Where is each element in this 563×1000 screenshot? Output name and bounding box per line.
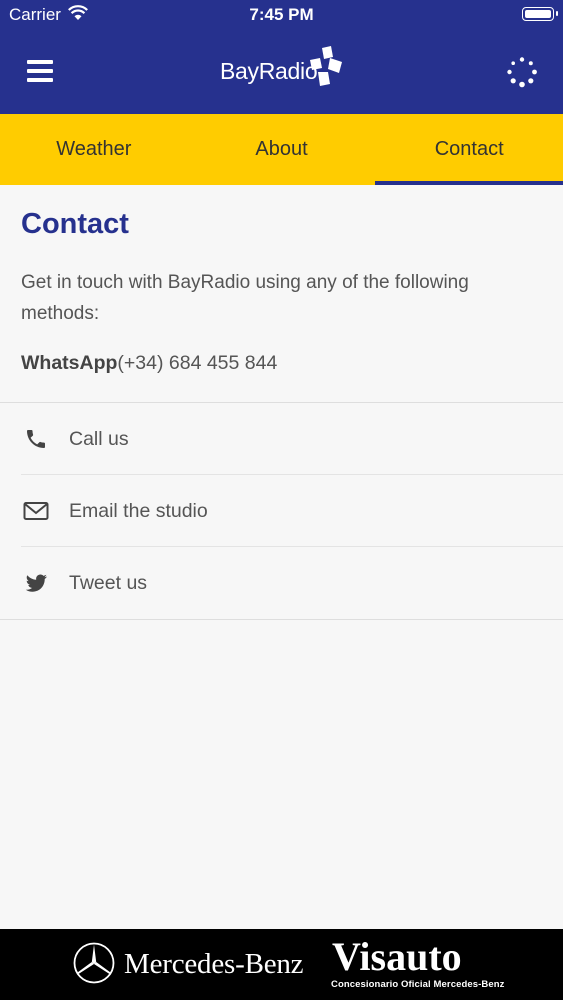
status-time: 7:45 PM: [249, 5, 314, 24]
whatsapp-info: WhatsApp(+34) 684 455 844: [21, 352, 277, 375]
tweet-us-item[interactable]: Tweet us: [21, 547, 563, 619]
sponsor-banner[interactable]: Mercedes-Benz Visauto Concesionario Ofic…: [0, 929, 563, 1000]
mercedes-star-icon: [73, 942, 115, 984]
dealer-tagline: Concesionario Oficial Mercedes-Benz: [331, 979, 505, 990]
whatsapp-number: (+34) 684 455 844: [117, 352, 278, 374]
email-studio-item[interactable]: Email the studio: [21, 475, 563, 547]
twitter-bird-icon: [25, 574, 47, 592]
bayradio-logo: BayRadio: [218, 44, 348, 96]
contact-intro: Get in touch with BayRadio using any of …: [21, 272, 469, 324]
bayradio-logo-icon: [310, 46, 342, 86]
call-us-item[interactable]: Call us: [21, 403, 563, 475]
tab-about[interactable]: About: [188, 114, 376, 185]
call-us-label: Call us: [69, 428, 129, 450]
tab-bar: Weather About Contact: [0, 114, 563, 185]
envelope-icon: [23, 502, 49, 520]
email-studio-label: Email the studio: [69, 500, 208, 522]
hamburger-menu-icon[interactable]: [27, 60, 53, 82]
dealer-name: Visauto: [332, 934, 462, 979]
page-title: Contact: [21, 208, 129, 240]
tweet-us-label: Tweet us: [69, 572, 148, 594]
sponsor-brand: Mercedes-Benz: [124, 948, 304, 980]
contact-methods-list: Call us Email the studio Tweet us: [0, 402, 563, 620]
app-header: Carrier 7:45 PM BayRadio: [0, 0, 563, 114]
status-bar: Carrier 7:45 PM: [0, 0, 563, 30]
battery-icon: [522, 7, 558, 21]
phone-icon: [27, 430, 45, 448]
loading-spinner-icon[interactable]: [506, 56, 538, 88]
tab-contact[interactable]: Contact: [375, 114, 563, 185]
whatsapp-label: WhatsApp: [21, 352, 118, 374]
tab-weather[interactable]: Weather: [0, 114, 188, 185]
logo-text: BayRadio: [220, 58, 318, 84]
